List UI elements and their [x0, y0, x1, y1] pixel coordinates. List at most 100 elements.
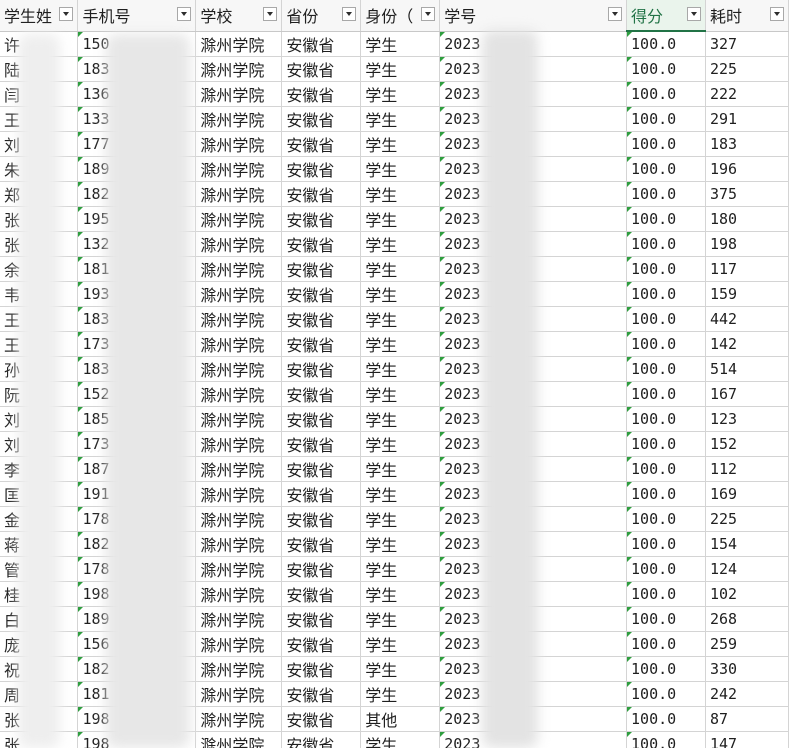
duration-cell[interactable]: 327 — [705, 31, 789, 57]
province-cell[interactable]: 安徽省 — [281, 256, 362, 282]
header-score[interactable]: 得分 — [626, 0, 706, 32]
score-cell[interactable]: 100.0 — [626, 506, 706, 532]
province-cell[interactable]: 安徽省 — [281, 281, 362, 307]
duration-cell[interactable]: 147 — [705, 731, 789, 748]
school-cell[interactable]: 滁州学院 — [195, 306, 283, 332]
identity-cell[interactable]: 学生 — [360, 231, 441, 257]
duration-cell[interactable]: 183 — [705, 131, 789, 157]
school-cell[interactable]: 滁州学院 — [195, 131, 283, 157]
identity-cell[interactable]: 学生 — [360, 606, 441, 632]
identity-cell[interactable]: 学生 — [360, 81, 441, 107]
province-cell[interactable]: 安徽省 — [281, 231, 362, 257]
school-cell[interactable]: 滁州学院 — [195, 431, 283, 457]
province-cell[interactable]: 安徽省 — [281, 581, 362, 607]
header-province[interactable]: 省份 — [281, 0, 362, 32]
identity-cell[interactable]: 学生 — [360, 456, 441, 482]
identity-cell[interactable]: 学生 — [360, 206, 441, 232]
school-cell[interactable]: 滁州学院 — [195, 156, 283, 182]
identity-cell[interactable]: 学生 — [360, 281, 441, 307]
duration-cell[interactable]: 169 — [705, 481, 789, 507]
province-cell[interactable]: 安徽省 — [281, 531, 362, 557]
identity-cell[interactable]: 学生 — [360, 31, 441, 57]
duration-cell[interactable]: 152 — [705, 431, 789, 457]
school-cell[interactable]: 滁州学院 — [195, 706, 283, 732]
province-cell[interactable]: 安徽省 — [281, 181, 362, 207]
province-cell[interactable]: 安徽省 — [281, 431, 362, 457]
duration-cell[interactable]: 330 — [705, 656, 789, 682]
school-cell[interactable]: 滁州学院 — [195, 231, 283, 257]
identity-cell[interactable]: 学生 — [360, 631, 441, 657]
duration-cell[interactable]: 375 — [705, 181, 789, 207]
school-cell[interactable]: 滁州学院 — [195, 581, 283, 607]
school-cell[interactable]: 滁州学院 — [195, 56, 283, 82]
score-cell[interactable]: 100.0 — [626, 431, 706, 457]
duration-cell[interactable]: 225 — [705, 56, 789, 82]
filter-dropdown-icon[interactable] — [263, 7, 278, 21]
header-duration[interactable]: 耗时 — [705, 0, 789, 32]
school-cell[interactable]: 滁州学院 — [195, 556, 283, 582]
header-identity[interactable]: 身份（ — [360, 0, 441, 32]
score-cell[interactable]: 100.0 — [626, 256, 706, 282]
score-cell[interactable]: 100.0 — [626, 181, 706, 207]
header-phone[interactable]: 手机号 — [77, 0, 197, 32]
score-cell[interactable]: 100.0 — [626, 356, 706, 382]
identity-cell[interactable]: 学生 — [360, 331, 441, 357]
school-cell[interactable]: 滁州学院 — [195, 506, 283, 532]
school-cell[interactable]: 滁州学院 — [195, 356, 283, 382]
score-cell[interactable]: 100.0 — [626, 556, 706, 582]
score-cell[interactable]: 100.0 — [626, 231, 706, 257]
identity-cell[interactable]: 学生 — [360, 431, 441, 457]
school-cell[interactable]: 滁州学院 — [195, 81, 283, 107]
score-cell[interactable]: 100.0 — [626, 681, 706, 707]
school-cell[interactable]: 滁州学院 — [195, 656, 283, 682]
duration-cell[interactable]: 442 — [705, 306, 789, 332]
identity-cell[interactable]: 学生 — [360, 681, 441, 707]
school-cell[interactable]: 滁州学院 — [195, 106, 283, 132]
province-cell[interactable]: 安徽省 — [281, 606, 362, 632]
duration-cell[interactable]: 222 — [705, 81, 789, 107]
province-cell[interactable]: 安徽省 — [281, 706, 362, 732]
score-cell[interactable]: 100.0 — [626, 581, 706, 607]
score-cell[interactable]: 100.0 — [626, 631, 706, 657]
duration-cell[interactable]: 102 — [705, 581, 789, 607]
filter-dropdown-icon[interactable] — [608, 7, 623, 21]
province-cell[interactable]: 安徽省 — [281, 556, 362, 582]
school-cell[interactable]: 滁州学院 — [195, 631, 283, 657]
province-cell[interactable]: 安徽省 — [281, 356, 362, 382]
province-cell[interactable]: 安徽省 — [281, 331, 362, 357]
duration-cell[interactable]: 196 — [705, 156, 789, 182]
province-cell[interactable]: 安徽省 — [281, 156, 362, 182]
filter-dropdown-icon[interactable] — [686, 7, 701, 21]
school-cell[interactable]: 滁州学院 — [195, 531, 283, 557]
duration-cell[interactable]: 123 — [705, 406, 789, 432]
school-cell[interactable]: 滁州学院 — [195, 31, 283, 57]
identity-cell[interactable]: 学生 — [360, 181, 441, 207]
province-cell[interactable]: 安徽省 — [281, 481, 362, 507]
identity-cell[interactable]: 学生 — [360, 381, 441, 407]
score-cell[interactable]: 100.0 — [626, 381, 706, 407]
score-cell[interactable]: 100.0 — [626, 531, 706, 557]
province-cell[interactable]: 安徽省 — [281, 456, 362, 482]
duration-cell[interactable]: 514 — [705, 356, 789, 382]
score-cell[interactable]: 100.0 — [626, 306, 706, 332]
province-cell[interactable]: 安徽省 — [281, 406, 362, 432]
score-cell[interactable]: 100.0 — [626, 156, 706, 182]
identity-cell[interactable]: 学生 — [360, 656, 441, 682]
school-cell[interactable]: 滁州学院 — [195, 381, 283, 407]
identity-cell[interactable]: 学生 — [360, 106, 441, 132]
duration-cell[interactable]: 112 — [705, 456, 789, 482]
province-cell[interactable]: 安徽省 — [281, 381, 362, 407]
identity-cell[interactable]: 学生 — [360, 406, 441, 432]
score-cell[interactable]: 100.0 — [626, 131, 706, 157]
filter-dropdown-icon[interactable] — [421, 7, 436, 21]
province-cell[interactable]: 安徽省 — [281, 731, 362, 748]
header-student-name[interactable]: 学生姓 — [0, 0, 79, 32]
duration-cell[interactable]: 142 — [705, 331, 789, 357]
score-cell[interactable]: 100.0 — [626, 56, 706, 82]
score-cell[interactable]: 100.0 — [626, 731, 706, 748]
province-cell[interactable]: 安徽省 — [281, 656, 362, 682]
province-cell[interactable]: 安徽省 — [281, 206, 362, 232]
score-cell[interactable]: 100.0 — [626, 31, 706, 57]
identity-cell[interactable]: 学生 — [360, 56, 441, 82]
duration-cell[interactable]: 259 — [705, 631, 789, 657]
